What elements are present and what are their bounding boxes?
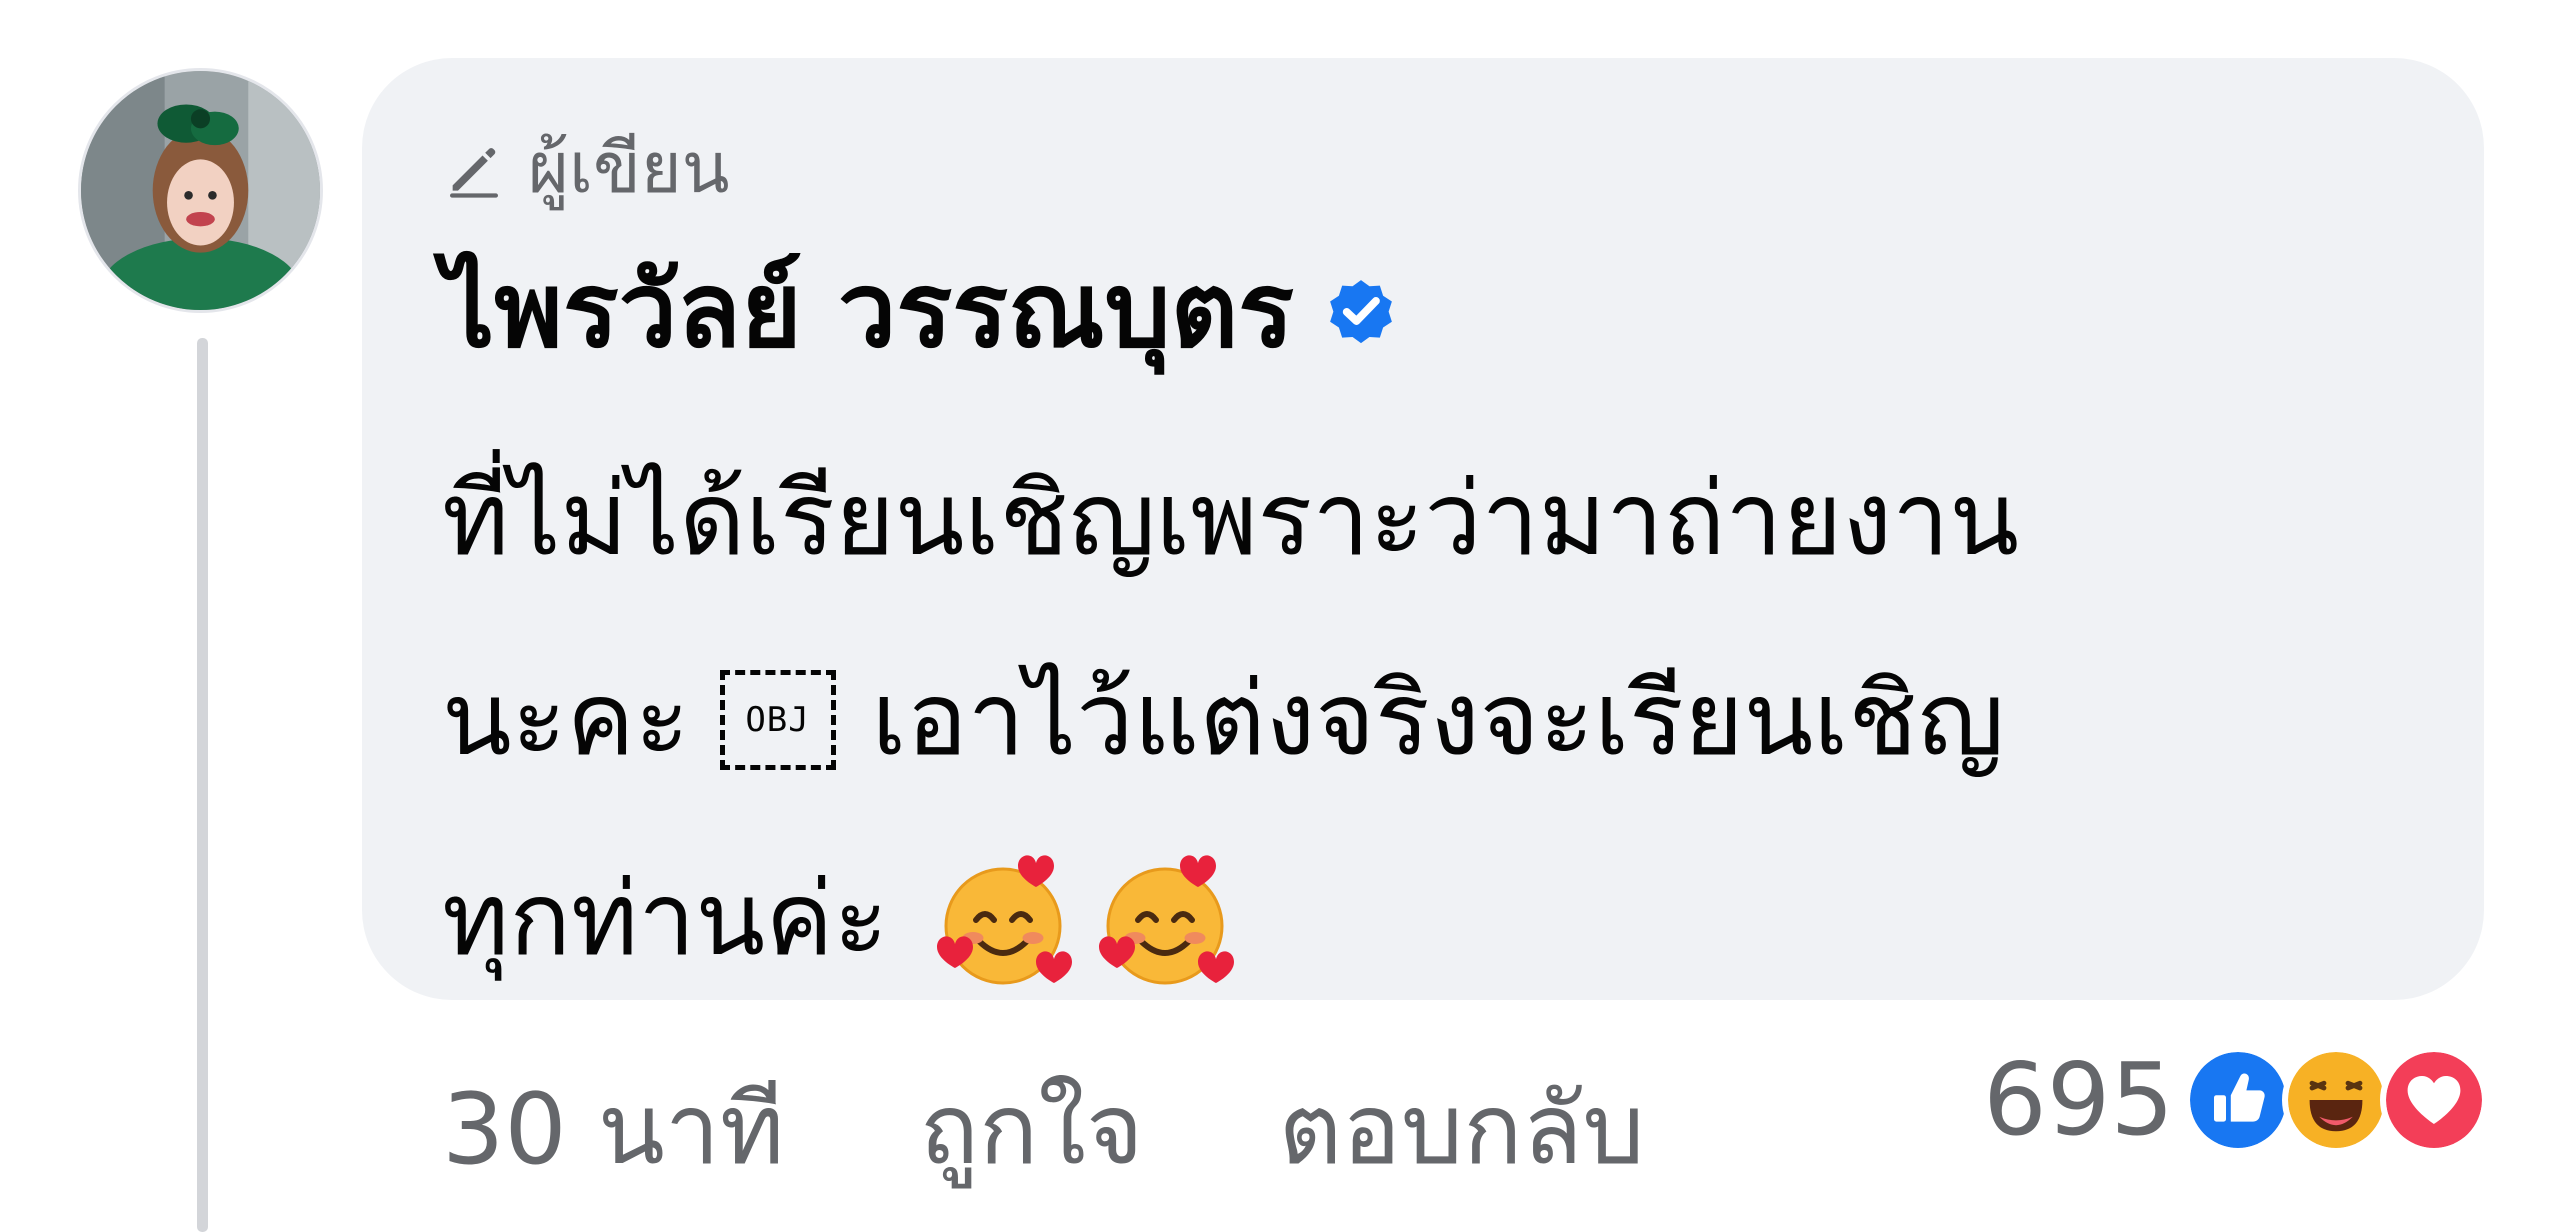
- comment-line: ที่ไม่ได้เรียนเชิญเพราะว่ามาถ่ายงาน: [442, 420, 2402, 620]
- avatar-image: [81, 71, 320, 310]
- smiling-face-with-hearts-emoji: [937, 855, 1073, 985]
- comment-actions: 30 นาที ถูกใจ ตอบกลับ: [442, 1060, 1645, 1200]
- author-badge-label: ผู้เขียน: [528, 127, 730, 209]
- comment-line: นะคะ OBJ เอาไว้แต่งจริงจะเรียนเชิญ: [442, 620, 2402, 820]
- reply-button[interactable]: ตอบกลับ: [1278, 1081, 1644, 1179]
- love-reaction-icon: [2380, 1046, 2488, 1154]
- comment-body: ที่ไม่ได้เรียนเชิญเพราะว่ามาถ่ายงาน นะคะ…: [442, 420, 2402, 1020]
- author-badge: ผู้เขียน: [442, 118, 730, 218]
- comment-text-line-3: เอาไว้แต่งจริงจะเรียนเชิญ: [871, 660, 2005, 779]
- comment-text-line-4: ทุกท่านค่ะ: [442, 860, 889, 979]
- haha-reaction-icon: [2282, 1046, 2390, 1154]
- pencil-icon: [450, 148, 498, 198]
- comment-text-line-2: นะคะ: [442, 660, 690, 779]
- like-reaction-icon: [2184, 1046, 2292, 1154]
- comment-text-line-1: ที่ไม่ได้เรียนเชิญเพราะว่ามาถ่ายงาน: [442, 460, 2020, 579]
- commenter-name[interactable]: ไพรวัลย์ วรรณบุตร: [442, 258, 1294, 362]
- verified-badge-icon: [1330, 280, 1392, 344]
- reactions-summary[interactable]: 695: [1983, 1030, 2488, 1170]
- comment-timestamp[interactable]: 30 นาที: [442, 1081, 784, 1179]
- thread-line: [197, 338, 208, 1232]
- reaction-count: 695: [1983, 1041, 2174, 1158]
- like-button[interactable]: ถูกใจ: [919, 1081, 1143, 1179]
- avatar[interactable]: [78, 68, 323, 313]
- commenter-header: ไพรวัลย์ วรรณบุตร: [442, 240, 1400, 380]
- object-placeholder-glyph: OBJ: [719, 670, 836, 770]
- smiling-face-with-hearts-emoji: [1099, 855, 1235, 985]
- comment-line: ทุกท่านค่ะ: [442, 820, 2402, 1020]
